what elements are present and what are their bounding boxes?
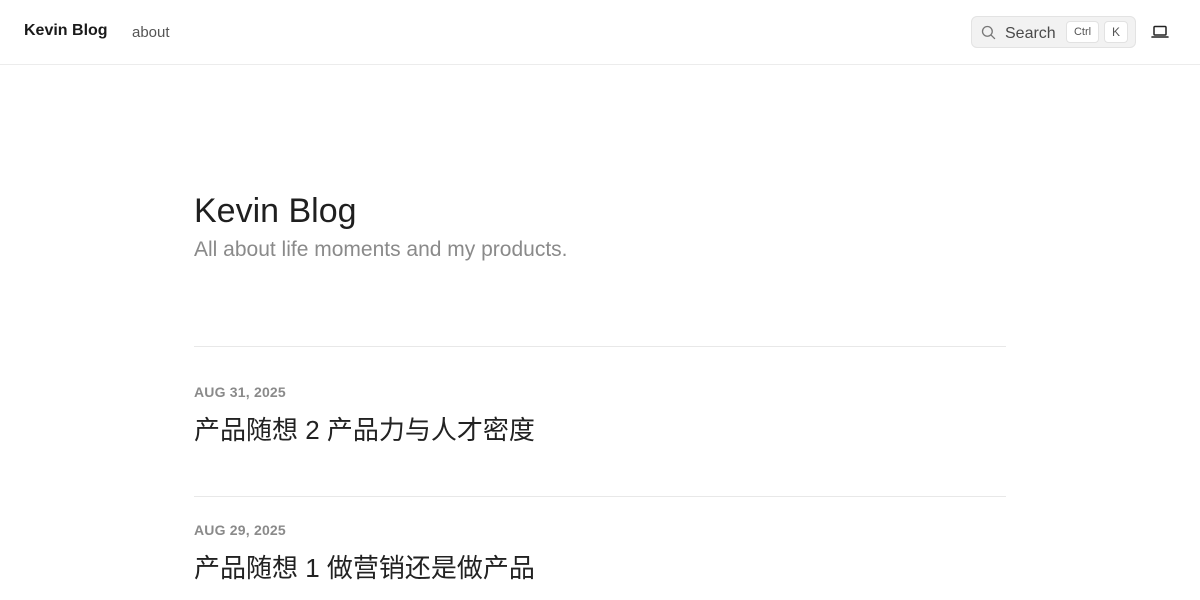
nav-link-about[interactable]: about: [132, 24, 170, 41]
post-item: AUG 31, 2025 产品随想 2 产品力与人才密度: [194, 384, 1006, 447]
search-icon: [981, 25, 996, 40]
top-navigation-bar: Kevin Blog about Search Ctrl K: [0, 0, 1200, 65]
brand-link[interactable]: Kevin Blog: [24, 22, 108, 40]
post-title-link[interactable]: 产品随想 2 产品力与人才密度: [194, 410, 1006, 447]
shortcut-key-k: K: [1104, 21, 1128, 43]
post-date: AUG 31, 2025: [194, 384, 286, 400]
divider: [194, 346, 1006, 347]
laptop-icon[interactable]: [1151, 24, 1169, 40]
divider: [194, 496, 1006, 497]
post-date: AUG 29, 2025: [194, 522, 286, 538]
shortcut-key-ctrl: Ctrl: [1066, 21, 1099, 43]
post-item: AUG 29, 2025 产品随想 1 做营销还是做产品: [194, 522, 1006, 585]
page-title: Kevin Blog: [194, 192, 357, 230]
search-label: Search: [1005, 25, 1056, 42]
search-button[interactable]: Search Ctrl K: [971, 16, 1136, 48]
page-subtitle: All about life moments and my products.: [194, 238, 568, 261]
post-title-link[interactable]: 产品随想 1 做营销还是做产品: [194, 548, 1006, 585]
